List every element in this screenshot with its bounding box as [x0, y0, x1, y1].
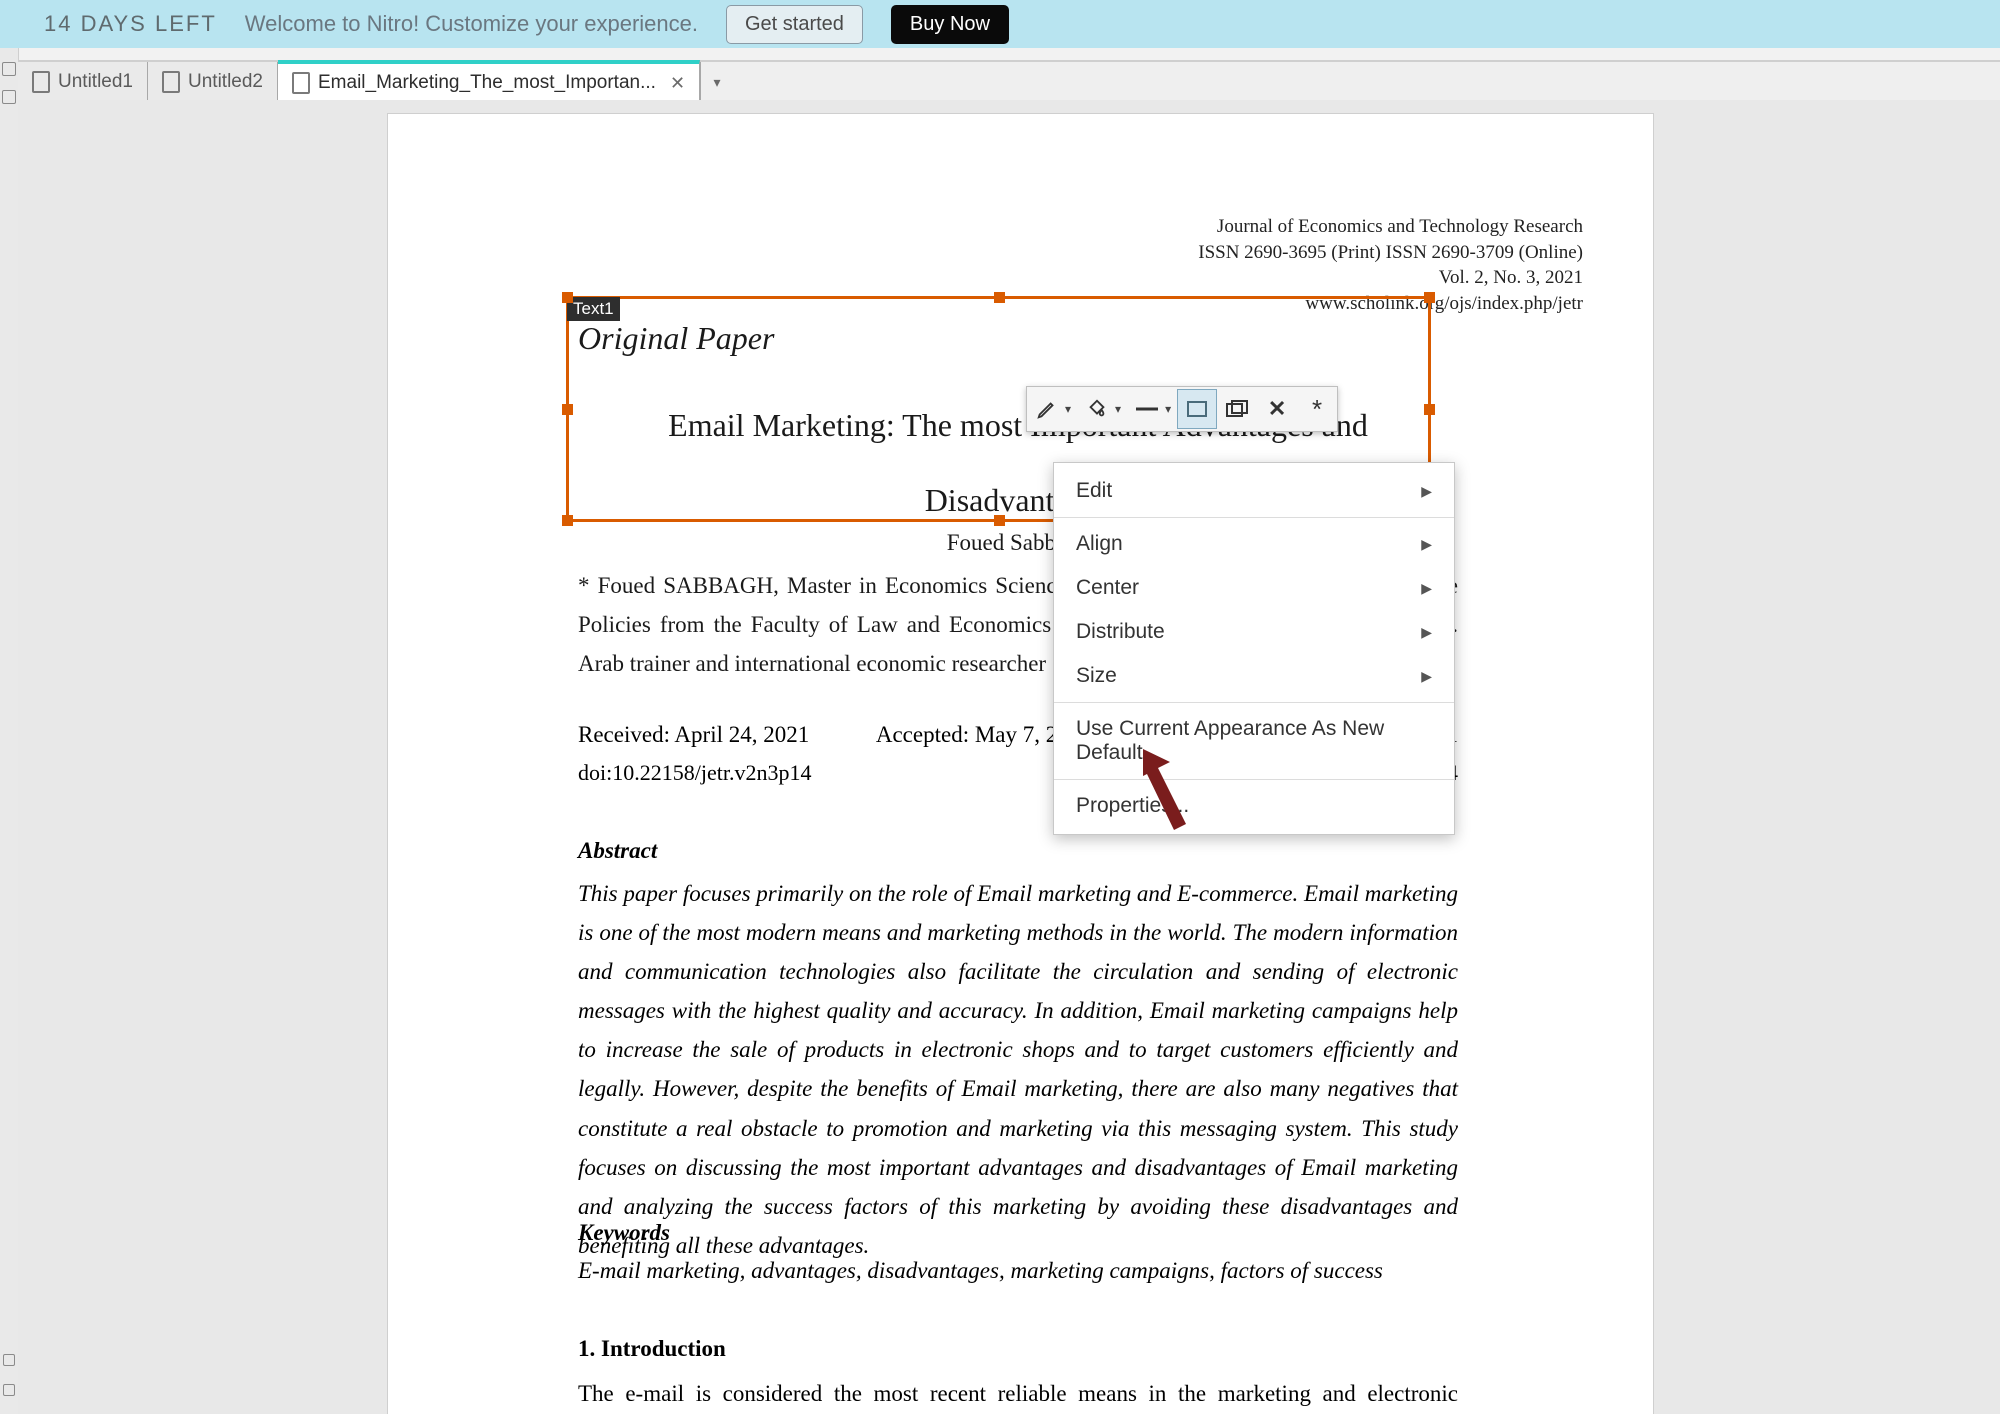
tab-label: Untitled2: [188, 71, 263, 93]
introduction-heading: 1. Introduction: [578, 1336, 726, 1362]
abstract-body: This paper focuses primarily on the role…: [578, 874, 1458, 1265]
menu-item-properties[interactable]: Properties...: [1054, 784, 1454, 828]
menu-item-center[interactable]: Center ▶: [1054, 566, 1454, 610]
chevron-right-icon: ▶: [1421, 483, 1432, 500]
tab-strip: Untitled1 Untitled2 Email_Marketing_The_…: [18, 60, 2000, 103]
floating-edit-toolbar[interactable]: ▾ ▾ ▾ ✕ *: [1026, 386, 1338, 432]
selection-handle[interactable]: [562, 515, 573, 526]
tab-overflow-dropdown[interactable]: ▾: [700, 62, 733, 102]
menu-item-align[interactable]: Align ▶: [1054, 522, 1454, 566]
pen-icon: [1036, 398, 1058, 420]
get-started-button[interactable]: Get started: [726, 5, 863, 44]
pdf-page[interactable]: Journal of Economics and Technology Rese…: [388, 114, 1653, 1414]
selection-handle[interactable]: [562, 404, 573, 415]
menu-label: Distribute: [1076, 620, 1165, 644]
menu-separator: [1054, 517, 1454, 518]
tab-email-marketing[interactable]: Email_Marketing_The_most_Importan... ✕: [278, 60, 700, 102]
buy-now-button[interactable]: Buy Now: [891, 5, 1009, 44]
menu-label: Size: [1076, 664, 1117, 688]
doi-text: doi:10.22158/jetr.v2n3p14: [578, 760, 811, 786]
menu-item-edit[interactable]: Edit ▶: [1054, 469, 1454, 513]
selection-handle[interactable]: [994, 515, 1005, 526]
left-rail-bottom-icons: [0, 1354, 18, 1396]
chevron-right-icon: ▶: [1421, 536, 1432, 553]
rail-icon[interactable]: [3, 1384, 15, 1396]
selection-label: Text1: [567, 297, 620, 321]
introduction-body: The e-mail is considered the most recent…: [578, 1374, 1458, 1414]
journal-title: Journal of Economics and Technology Rese…: [1198, 214, 1583, 240]
menu-label: Properties...: [1076, 794, 1189, 818]
menu-item-size[interactable]: Size ▶: [1054, 654, 1454, 698]
trial-banner: 14 DAYS LEFT Welcome to Nitro! Customize…: [0, 0, 2000, 48]
line-weight-dropdown[interactable]: ▾: [1165, 389, 1177, 429]
keywords-heading: Keywords: [578, 1220, 670, 1246]
menu-label: Center: [1076, 576, 1139, 600]
menu-separator: [1054, 779, 1454, 780]
menu-item-distribute[interactable]: Distribute ▶: [1054, 610, 1454, 654]
fill-icon: [1086, 398, 1108, 420]
fill-color-button[interactable]: [1077, 389, 1117, 429]
chevron-right-icon: ▶: [1421, 668, 1432, 685]
asterisk-button[interactable]: *: [1297, 389, 1337, 429]
received-date: Received: April 24, 2021: [578, 722, 809, 748]
tab-label: Email_Marketing_The_most_Importan...: [318, 72, 656, 94]
rail-icon[interactable]: [2, 90, 16, 104]
tab-label: Untitled1: [58, 71, 133, 93]
keywords-body: E-mail marketing, advantages, disadvanta…: [578, 1258, 1383, 1284]
document-icon: [292, 72, 310, 94]
context-menu[interactable]: Edit ▶ Align ▶ Center ▶ Distribute ▶ Siz…: [1053, 462, 1455, 835]
rectangle-icon: [1187, 401, 1207, 417]
rectangle-stack-icon: [1226, 400, 1248, 418]
chevron-right-icon: ▶: [1421, 624, 1432, 641]
document-icon: [32, 71, 50, 93]
pen-color-button[interactable]: [1027, 389, 1067, 429]
journal-issn: ISSN 2690-3695 (Print) ISSN 2690-3709 (O…: [1198, 240, 1583, 266]
menu-label: Edit: [1076, 479, 1112, 503]
welcome-label: Welcome to Nitro! Customize your experie…: [245, 11, 698, 37]
journal-vol: Vol. 2, No. 3, 2021: [1198, 265, 1583, 291]
abstract-heading: Abstract: [578, 838, 657, 864]
line-weight-icon: [1135, 404, 1159, 414]
document-icon: [162, 71, 180, 93]
menu-separator: [1054, 702, 1454, 703]
selection-handle[interactable]: [1424, 292, 1435, 303]
tab-untitled1[interactable]: Untitled1: [18, 62, 148, 102]
rectangle-button[interactable]: [1177, 389, 1217, 429]
chevron-right-icon: ▶: [1421, 580, 1432, 597]
asterisk-icon: *: [1312, 396, 1322, 422]
selection-handle[interactable]: [562, 292, 573, 303]
rail-icon[interactable]: [2, 62, 16, 76]
menu-item-use-default[interactable]: Use Current Appearance As New Default: [1054, 707, 1454, 775]
menu-label: Use Current Appearance As New Default: [1076, 717, 1432, 765]
selection-handle[interactable]: [994, 292, 1005, 303]
menu-label: Align: [1076, 532, 1123, 556]
fill-color-dropdown[interactable]: ▾: [1115, 389, 1127, 429]
close-icon: ✕: [1268, 396, 1286, 422]
close-icon[interactable]: ✕: [664, 73, 685, 94]
rectangle-stack-button[interactable]: [1217, 389, 1257, 429]
rail-icon[interactable]: [3, 1354, 15, 1366]
pen-color-dropdown[interactable]: ▾: [1065, 389, 1077, 429]
selection-handle[interactable]: [1424, 404, 1435, 415]
tab-untitled2[interactable]: Untitled2: [148, 62, 278, 102]
days-left-label: 14 DAYS LEFT: [44, 11, 217, 37]
delete-button[interactable]: ✕: [1257, 389, 1297, 429]
document-viewer[interactable]: Journal of Economics and Technology Rese…: [18, 100, 2000, 1414]
line-weight-button[interactable]: [1127, 389, 1167, 429]
left-rail: [0, 48, 19, 1414]
